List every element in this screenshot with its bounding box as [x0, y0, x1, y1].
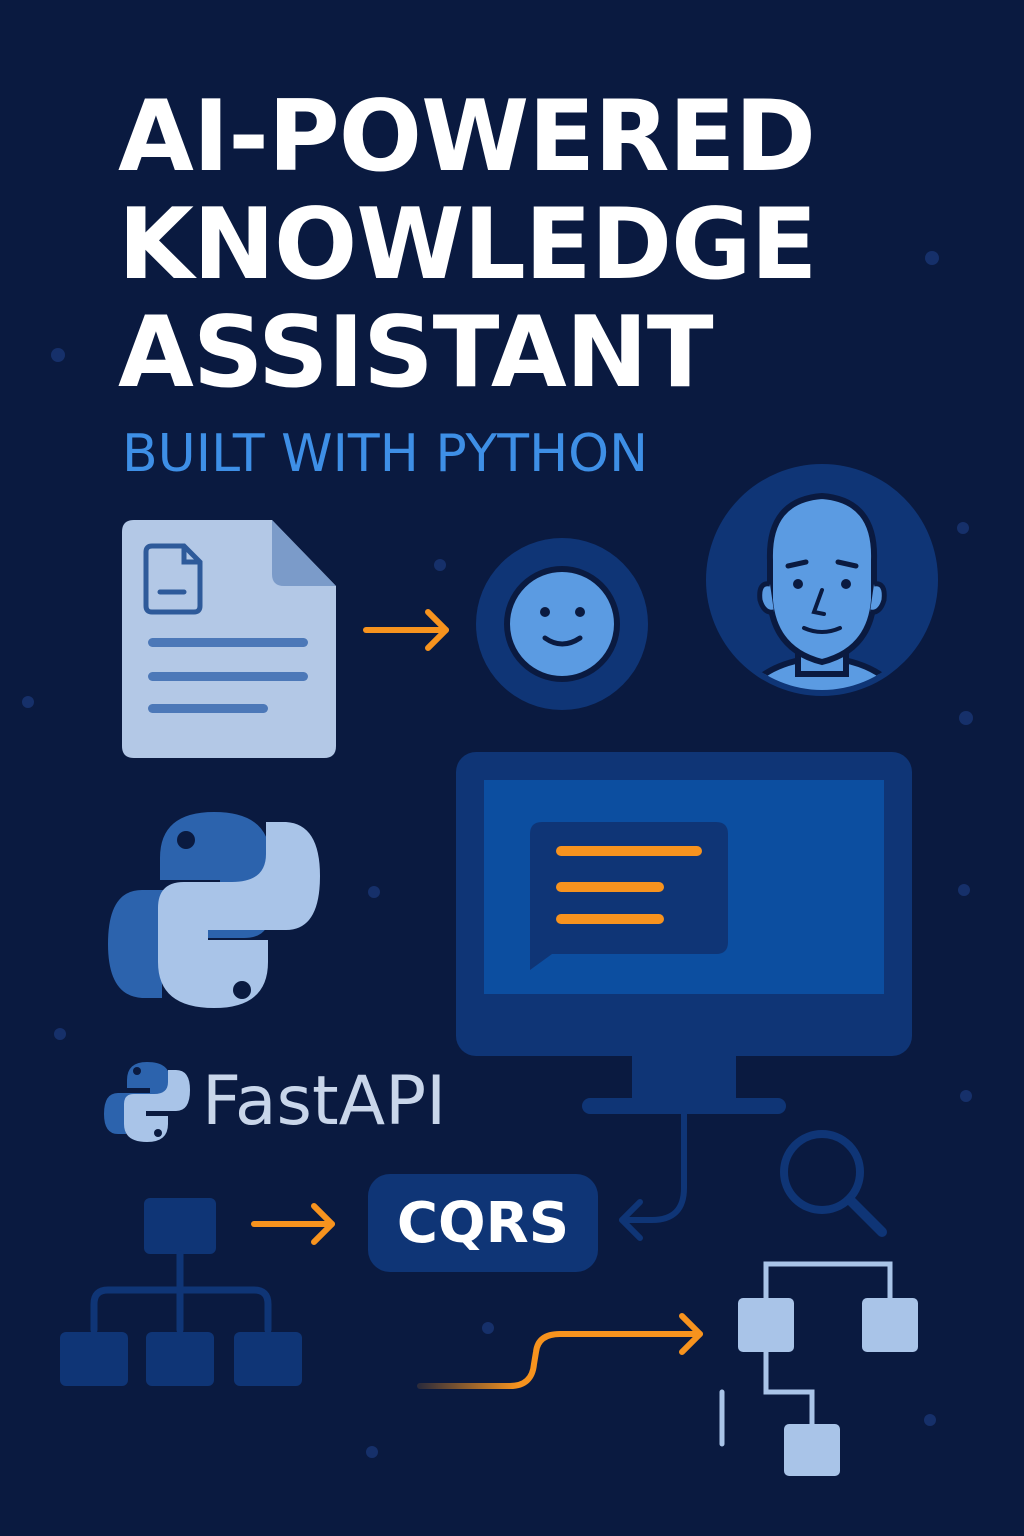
person-avatar-icon [706, 464, 938, 696]
data-tree-icon [719, 1261, 918, 1476]
smiley-bot-icon [476, 538, 648, 710]
arrow-monitor-to-cqrs [619, 1111, 687, 1241]
arrow-to-data-tree [417, 1313, 703, 1389]
cqrs-label: CQRS [396, 1190, 570, 1256]
cqrs-badge: CQRS [368, 1174, 598, 1272]
magnifier-icon [780, 1130, 887, 1237]
monitor-chat-icon [456, 752, 912, 1114]
document-icon [122, 520, 336, 758]
title-line-3: ASSISTANT [118, 296, 714, 410]
fastapi-label: FastAPI [202, 1062, 447, 1141]
title-line-1: AI-POWERED [118, 80, 816, 194]
arrow-doc-to-bot [363, 609, 449, 651]
title-line-2: KNOWLEDGE [118, 188, 817, 302]
poster: AI-POWERED KNOWLEDGE ASSISTANT BUILT WIT… [0, 0, 1024, 1536]
arrow-tree-to-cqrs [251, 1203, 335, 1245]
python-logo-icon [108, 812, 320, 1008]
subtitle: BUILT WITH PYTHON [122, 424, 648, 484]
fastapi-python-logo-icon [104, 1062, 190, 1142]
